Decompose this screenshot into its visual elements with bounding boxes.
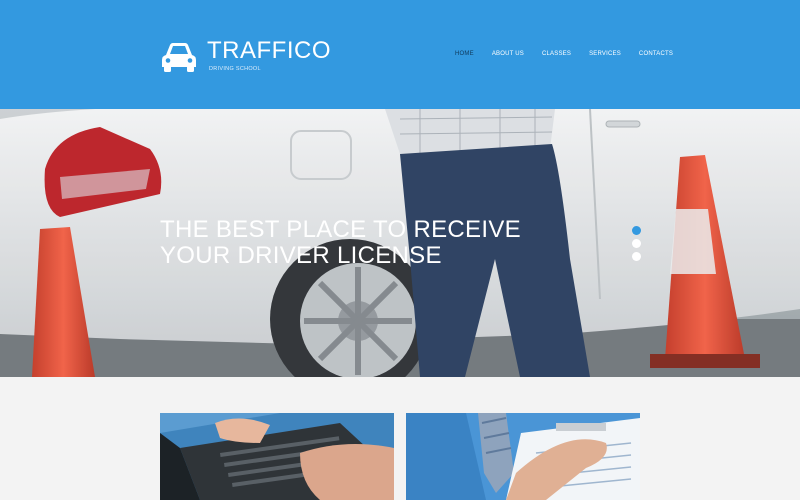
- hero-slider: THE BEST PLACE TO RECEIVE YOUR DRIVER LI…: [0, 109, 800, 377]
- nav-item-services[interactable]: SERVICES: [589, 51, 621, 57]
- hero-title-line-1: THE BEST PLACE TO RECEIVE: [160, 216, 521, 243]
- feature-card-laptop[interactable]: [160, 413, 394, 500]
- hero-title: THE BEST PLACE TO RECEIVE YOUR DRIVER LI…: [160, 217, 521, 269]
- brand: TRAFFICO DRIVING SCHOOL: [207, 37, 331, 73]
- slider-pagination: [632, 226, 641, 265]
- clipboard-image: [406, 413, 640, 500]
- main-nav: HOME ABOUT US CLASSES SERVICES CONTACTS: [455, 51, 691, 57]
- brand-name: TRAFFICO: [207, 37, 331, 64]
- slider-dot-1[interactable]: [632, 226, 641, 235]
- hero-title-line-2: YOUR DRIVER LICENSE: [160, 242, 442, 269]
- feature-card-clipboard[interactable]: [406, 413, 640, 500]
- nav-item-classes[interactable]: CLASSES: [542, 51, 571, 57]
- car-icon: [162, 43, 196, 72]
- nav-item-home[interactable]: HOME: [455, 51, 474, 57]
- site-header: TRAFFICO DRIVING SCHOOL HOME ABOUT US CL…: [0, 0, 800, 109]
- slider-dot-2[interactable]: [632, 239, 641, 248]
- brand-tagline: DRIVING SCHOOL: [209, 66, 261, 72]
- logo[interactable]: TRAFFICO DRIVING SCHOOL: [160, 38, 331, 73]
- slider-dot-3[interactable]: [632, 252, 641, 261]
- nav-item-contacts[interactable]: CONTACTS: [639, 51, 673, 57]
- nav-item-about-us[interactable]: ABOUT US: [492, 51, 524, 57]
- laptop-image: [160, 413, 394, 500]
